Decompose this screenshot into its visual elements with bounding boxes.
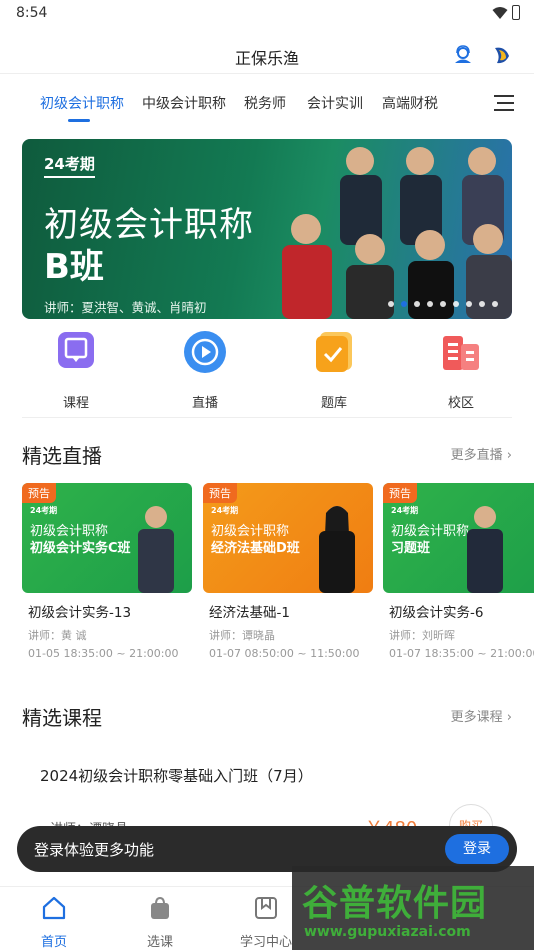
nav-label: 学习中心 (239, 935, 292, 950)
banner-dot[interactable] (453, 301, 459, 307)
preview-tag: 预告 (383, 483, 417, 503)
customer-service-icon[interactable] (452, 44, 474, 66)
live-thumbnail: 预告 24考期 初级会计职称 初级会计实务C班 (22, 483, 192, 593)
course-title[interactable]: 2024初级会计职称零基础入门班（7月） (40, 765, 313, 786)
nav-select-course[interactable]: 选课 (130, 895, 190, 950)
nav-home[interactable]: 首页 (24, 895, 84, 950)
chevron-right-icon: › (506, 710, 512, 725)
live-thumbnail: 预告 24考期 初级会计职称 经济法基础D班 (203, 483, 373, 593)
brand-logo-icon[interactable] (491, 44, 513, 66)
banner-dot[interactable] (414, 301, 420, 307)
live-time: 01-07 08:50:00 ~ 11:50:00 (209, 647, 360, 660)
live-name: 初级会计实务-13 (28, 605, 132, 621)
quick-entry-label: 校区 (447, 396, 474, 411)
banner-dot[interactable] (466, 301, 472, 307)
course-icon (58, 332, 94, 368)
bag-icon (151, 896, 169, 919)
live-time: 01-05 18:35:00 ~ 21:00:00 (28, 647, 179, 660)
live-name: 经济法基础-1 (209, 605, 290, 621)
banner-dot-active[interactable] (401, 301, 407, 307)
thumb-period: 24考期 (391, 506, 419, 515)
live-card[interactable]: 预告 24考期 初级会计职称 初级会计实务C班 初级会计实务-13 讲师：黄 诚… (22, 483, 192, 660)
status-time: 8:54 (16, 5, 48, 21)
banner-dot[interactable] (388, 301, 394, 307)
live-thumbnail: 预告 24考期 初级会计职称 习题班 (383, 483, 534, 593)
live-section-title: 精选直播 (22, 444, 102, 468)
live-card[interactable]: 预告 24考期 初级会计职称 习题班 初级会计实务-6 讲师：刘昕晖 01-07… (383, 483, 534, 660)
more-course-link[interactable]: 更多课程 › (451, 706, 512, 725)
battery-icon (512, 5, 520, 20)
tab-intermediate-accounting[interactable]: 中级会计职称 (142, 93, 226, 113)
quick-entry-label: 直播 (191, 396, 218, 411)
tab-accounting-practice[interactable]: 会计实训 (307, 93, 363, 113)
app-header: 正保乐渔 (0, 36, 534, 74)
live-teacher: 讲师：黄 诚 (28, 629, 87, 642)
live-list: 预告 24考期 初级会计职称 初级会计实务C班 初级会计实务-13 讲师：黄 诚… (22, 483, 534, 663)
watermark-title: 谷普软件园 (302, 883, 488, 924)
quick-entry-grid: 课程 直播 题库 校区 (0, 330, 534, 411)
study-icon (255, 897, 277, 919)
lecturer-photo (467, 506, 503, 593)
live-card[interactable]: 预告 24考期 初级会计职称 经济法基础D班 经济法基础-1 讲师：谭晓晶 01… (203, 483, 373, 660)
more-live-label: 更多直播 (450, 448, 503, 463)
login-prompt-text: 登录体验更多功能 (34, 841, 155, 859)
quick-entry-label: 课程 (62, 396, 89, 411)
live-name: 初级会计实务-6 (389, 605, 484, 621)
banner-dot[interactable] (427, 301, 433, 307)
tab-high-end-tax[interactable]: 高端财税 (382, 93, 438, 113)
live-play-icon (184, 331, 226, 373)
lecturer-photo (319, 506, 355, 593)
home-icon (42, 896, 66, 920)
quick-entry-live[interactable]: 直播 (165, 330, 245, 411)
live-teacher: 讲师：刘昕晖 (389, 629, 455, 642)
thumb-class: 初级会计实务C班 (30, 541, 131, 556)
site-watermark: 谷普软件园 www.gupuxiazai.com (292, 866, 534, 950)
banner-dot[interactable] (492, 301, 498, 307)
quick-entry-campus[interactable]: 校区 (421, 330, 501, 411)
category-tabs: 初级会计职称 中级会计职称 税务师 会计实训 高端财税 (0, 90, 534, 126)
nav-label: 选课 (146, 935, 173, 950)
question-bank-icon (316, 332, 352, 372)
preview-tag: 预告 (22, 483, 56, 503)
banner-pagination (388, 301, 498, 309)
promo-banner[interactable]: 24考期 初级会计职称 B班 讲师：夏洪智、黄诚、肖晴初 (22, 139, 512, 319)
more-live-link[interactable]: 更多直播 › (451, 444, 512, 463)
tab-active-indicator (68, 119, 90, 122)
campus-icon (443, 336, 479, 370)
thumb-class: 经济法基础D班 (211, 541, 300, 556)
quick-entry-question-bank[interactable]: 题库 (294, 330, 374, 411)
thumb-class: 习题班 (391, 541, 431, 556)
banner-lecturers-photo (282, 147, 512, 319)
thumb-period: 24考期 (211, 506, 239, 515)
lecturer-photo (138, 506, 174, 593)
tab-junior-accounting[interactable]: 初级会计职称 (40, 93, 124, 113)
more-course-label: 更多课程 (450, 710, 503, 725)
banner-period: 24考期 (44, 153, 95, 178)
login-button[interactable]: 登录 (445, 834, 509, 864)
banner-teachers: 讲师：夏洪智、黄诚、肖晴初 (44, 300, 207, 315)
watermark-url: www.gupuxiazai.com (304, 924, 471, 940)
nav-label: 首页 (40, 935, 67, 950)
live-teacher: 讲师：谭晓晶 (209, 629, 275, 642)
thumb-period: 24考期 (30, 506, 58, 515)
banner-class-name: B班 (44, 247, 104, 287)
preview-tag: 预告 (203, 483, 237, 503)
banner-dot[interactable] (479, 301, 485, 307)
tab-tax-agent[interactable]: 税务师 (244, 93, 286, 113)
course-section-title: 精选课程 (22, 706, 102, 730)
banner-dot[interactable] (440, 301, 446, 307)
quick-entry-label: 题库 (320, 396, 347, 411)
live-time: 01-07 18:35:00 ~ 21:00:00 (389, 647, 534, 660)
nav-study-center[interactable]: 学习中心 (236, 895, 296, 950)
status-bar: 8:54 (0, 0, 534, 28)
section-divider (22, 417, 512, 418)
wifi-icon (492, 7, 508, 19)
menu-icon[interactable] (494, 94, 514, 112)
quick-entry-course[interactable]: 课程 (36, 330, 116, 411)
chevron-right-icon: › (506, 448, 512, 463)
